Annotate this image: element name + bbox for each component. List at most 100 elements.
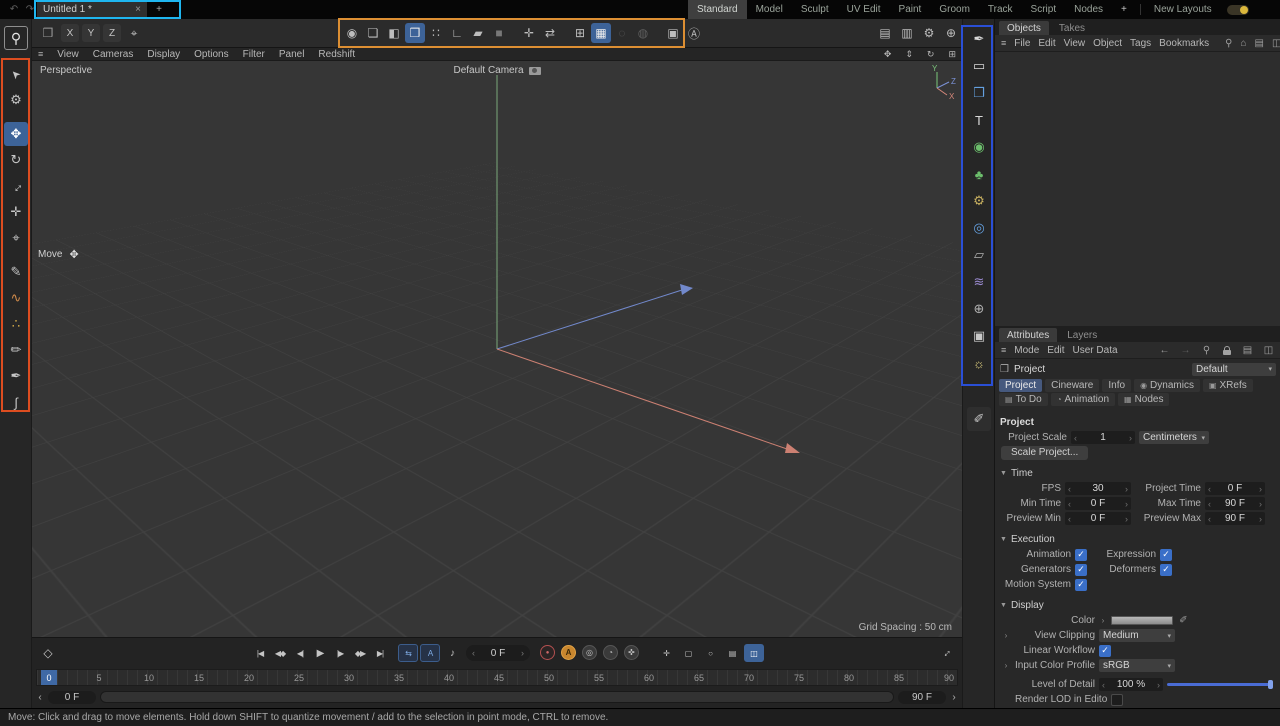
axis-modification-button[interactable]: ⌖ [4,226,28,250]
key-magnet-button[interactable]: ✜ [624,645,639,660]
timeline-scrollbar-handle[interactable] [101,692,893,702]
texture-mode-button[interactable]: ◧ [384,23,404,43]
scale-project-button[interactable]: Scale Project... [1001,446,1088,460]
smear-tool-button[interactable]: ∿ [4,286,28,310]
pan-view-icon[interactable]: ✥ [884,49,892,60]
menu-display[interactable]: Display [147,49,180,60]
record-keyframe-button[interactable]: ● [540,645,555,660]
expand-timeline-button[interactable]: ↔ [936,644,956,662]
live-selection-tool-button[interactable]: ➤ [4,62,28,86]
axis-swap-button[interactable]: ⇄ [540,23,560,43]
new-layouts-button[interactable]: New Layouts [1145,0,1221,19]
y-axis-lock-button[interactable]: Y [82,24,100,42]
add-layout-button[interactable]: + [1112,0,1136,19]
spline-primitives-button[interactable]: ▭ [967,54,991,78]
tab-todo[interactable]: ▤ To Do [999,393,1048,406]
edges-mode-button[interactable]: ∟ [447,23,467,43]
preview-max-spinner[interactable]: ‹ 90 F › [1205,512,1265,525]
objects-menu-tags[interactable]: Tags [1130,38,1151,49]
menu-cameras[interactable]: Cameras [93,49,134,60]
objects-search-icon[interactable]: ⚲ [1225,37,1232,50]
keyframe-navigation-button[interactable]: ◇ [38,644,58,662]
camera-object-button[interactable]: ▣ [967,324,991,348]
snap-toggle-button-2[interactable]: ◍ [633,23,653,43]
attributes-forward-icon[interactable]: → [1179,344,1192,357]
go-to-start-button[interactable]: |◀ [250,644,270,662]
loop-mode-button[interactable]: ⇆ [398,644,418,662]
project-time-spinner[interactable]: ‹ 0 F › [1205,482,1265,495]
next-key-button[interactable]: ◆▶ [350,644,370,662]
snap-toggle-button-1[interactable]: ◌ [612,23,632,43]
volumes-button[interactable]: ◎ [967,216,991,240]
viewport-menu-icon[interactable]: ≡ [38,49,43,59]
uv-mode-button[interactable]: ■ [489,23,509,43]
key-time-button[interactable]: ◔ [603,645,618,660]
layout-tab-nodes[interactable]: Nodes [1065,0,1112,19]
linear-workflow-checkbox[interactable]: ✓ [1099,645,1111,657]
spline-smooth-button[interactable]: ∫ [4,390,28,414]
all-frames-button[interactable]: A [420,644,440,662]
layout-tab-track[interactable]: Track [979,0,1022,19]
autokey-button[interactable]: A [561,645,576,660]
attributes-search-icon[interactable]: ⚲ [1200,344,1213,357]
enable-axis-button[interactable]: ✛ [519,23,539,43]
playhead[interactable]: 0 [41,670,57,685]
layout-tab-script[interactable]: Script [1022,0,1066,19]
timeline-ruler[interactable]: 0 5 10 15 20 25 30 35 40 45 50 55 60 65 … [36,669,958,686]
record-position-toggle[interactable]: ✛ [656,644,676,662]
viewport[interactable]: Perspective Default Camera Move ✥ Y Z X … [32,61,962,637]
object-tree[interactable] [995,52,1280,326]
camera-label-text[interactable]: Default Camera [453,65,523,76]
object-axis-button[interactable]: ❒ [38,23,58,43]
objects-menu-edit[interactable]: Edit [1038,38,1055,49]
scale-tool-button[interactable]: ↔ [4,174,28,198]
tab-info[interactable]: Info [1102,379,1131,392]
animation-checkbox[interactable]: ✓ [1075,549,1087,561]
render-view-button[interactable]: ▤ [875,23,895,43]
frame-spinner-left-icon[interactable]: ‹ [472,648,475,658]
rotate-tool-button[interactable]: ↻ [4,148,28,172]
attributes-menu-userdata[interactable]: User Data [1073,345,1118,356]
polygons-mode-button[interactable]: ▰ [468,23,488,43]
objects-panel-icon[interactable]: ▤ [1255,37,1264,50]
simulate-globe-button[interactable]: ⊕ [941,23,961,43]
undo-icon[interactable]: ↶ [6,0,22,19]
lod-slider-handle[interactable] [1268,680,1273,689]
color-swatch[interactable] [1111,616,1173,625]
close-tab-icon[interactable]: × [135,4,141,15]
attributes-back-icon[interactable]: ← [1158,344,1171,357]
go-to-end-button[interactable]: ▶| [370,644,390,662]
move-tool-button[interactable]: ✥ [4,122,28,146]
pencil-tool-button[interactable]: ✏ [4,338,28,362]
tab-project[interactable]: Project [999,379,1042,392]
redo-icon[interactable]: ↷ [22,0,38,19]
range-right-arrow-icon[interactable]: › [950,692,958,703]
orbit-view-icon[interactable]: ↻ [927,49,935,60]
sound-button[interactable]: ♪ [442,644,462,662]
range-left-arrow-icon[interactable]: ‹ [36,692,44,703]
keyframe-selection-button[interactable]: ◎ [582,645,597,660]
tab-nodes[interactable]: ▦ Nodes [1118,393,1169,406]
layout-tab-model[interactable]: Model [747,0,792,19]
x-axis-lock-button[interactable]: X [61,24,79,42]
view-clipping-flyout-icon[interactable]: › [1001,631,1011,640]
section-execution-header[interactable]: ▼ Execution [995,532,1280,547]
deformers-checkbox[interactable]: ✓ [1160,564,1172,576]
layout-tab-standard[interactable]: Standard [688,0,747,19]
simulation-button[interactable]: ⚙ [967,189,991,213]
tab-animation[interactable]: ◔ Animation [1051,393,1115,406]
menu-panel[interactable]: Panel [279,49,305,60]
model-mode-button[interactable]: ❏ [363,23,383,43]
attributes-panel-icon[interactable]: ▤ [1241,344,1254,357]
lock-icon[interactable] [1221,346,1233,355]
tweak-tool-button[interactable]: ⚙ [4,88,28,112]
snap-grid-button[interactable]: ▦ [591,23,611,43]
record-rotation-toggle[interactable]: ○ [700,644,720,662]
motion-system-checkbox[interactable]: ✓ [1075,579,1087,591]
color-flyout-icon[interactable]: › [1099,616,1107,625]
menu-filter[interactable]: Filter [243,49,265,60]
points-mode-button[interactable]: ∷ [426,23,446,43]
tab-cineware[interactable]: Cineware [1045,379,1099,392]
pen-tool-button-left[interactable]: ✒ [4,364,28,388]
play-button[interactable]: ▶ [310,644,330,662]
